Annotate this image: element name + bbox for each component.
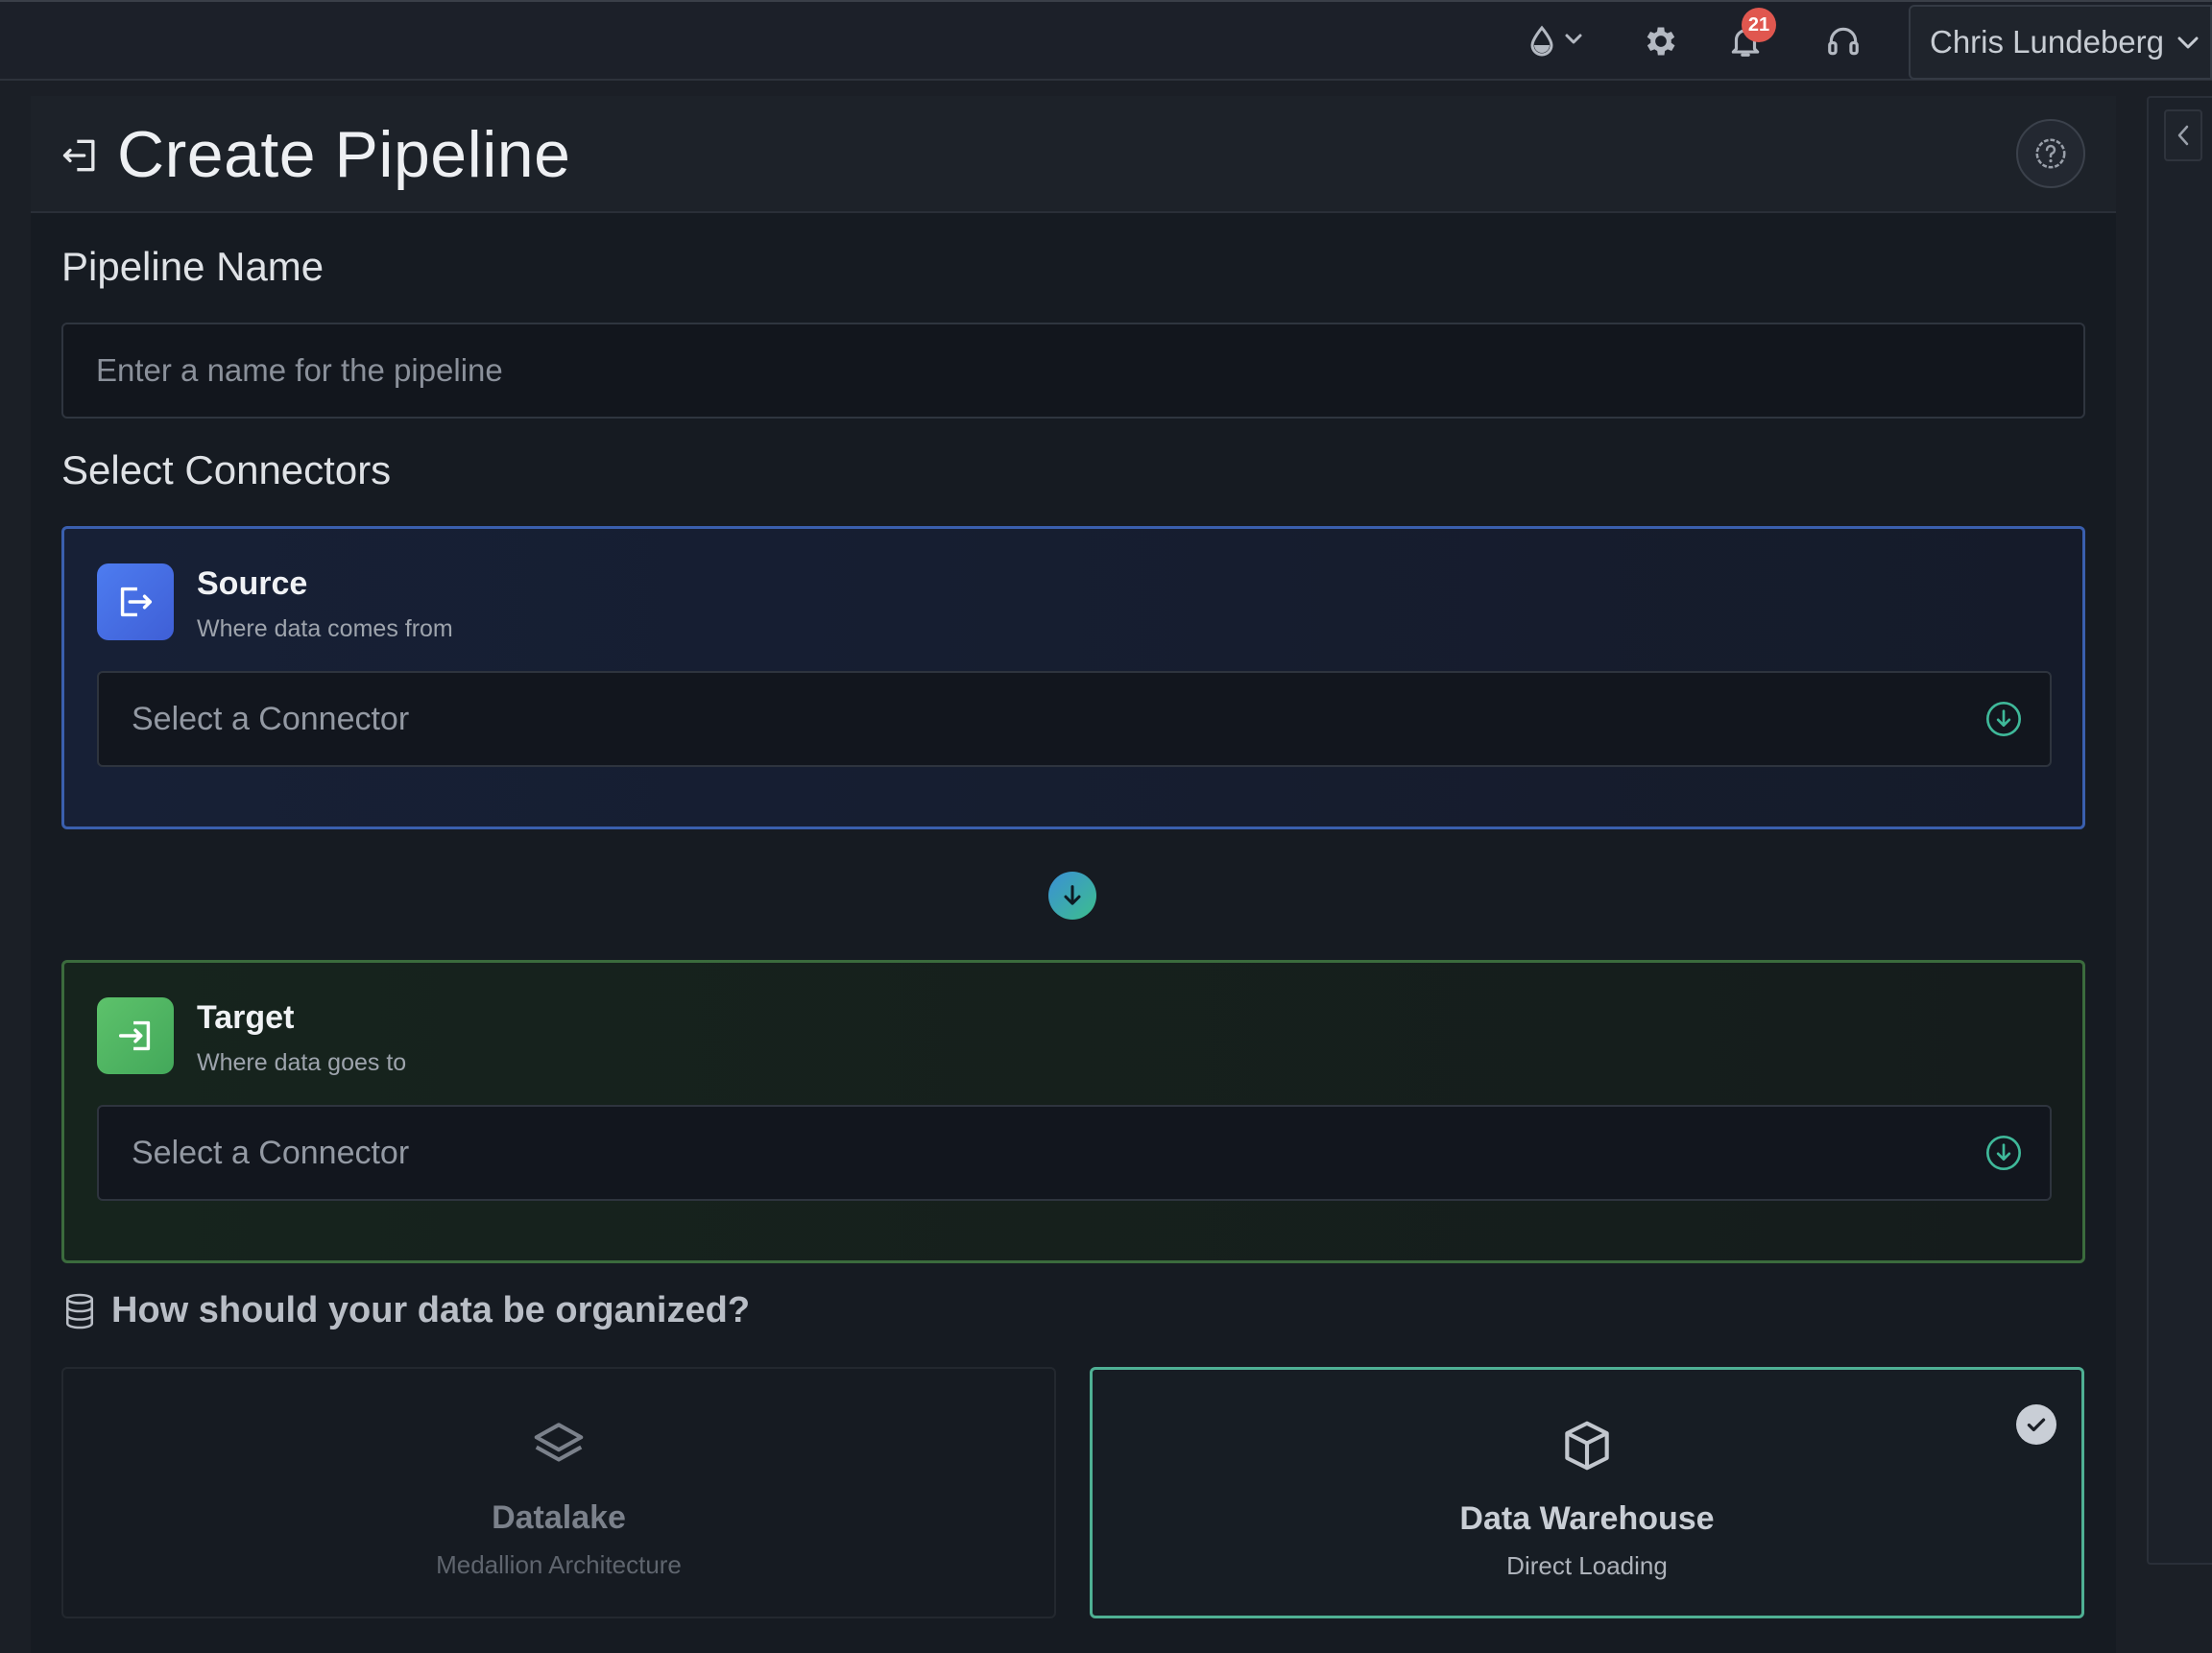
cube-icon bbox=[1565, 1421, 1609, 1471]
organization-heading: How should your data be organized? bbox=[63, 1290, 750, 1331]
chevron-down-icon bbox=[2177, 36, 2199, 49]
database-icon bbox=[65, 1293, 94, 1329]
panel-header: Create Pipeline bbox=[31, 96, 2116, 213]
source-card: Source Where data comes from Select a Co… bbox=[61, 526, 2085, 829]
circle-arrow-down-icon bbox=[1986, 702, 2021, 736]
headset-icon bbox=[1828, 27, 1859, 56]
organization-question: How should your data be organized? bbox=[111, 1290, 751, 1330]
collapsed-side-panel bbox=[2147, 96, 2212, 1565]
chevron-left-icon bbox=[2177, 125, 2189, 146]
source-select-placeholder: Select a Connector bbox=[132, 700, 410, 737]
source-title: Source bbox=[197, 565, 308, 602]
water-drop-icon bbox=[1530, 25, 1582, 57]
selected-check-icon bbox=[2016, 1404, 2056, 1445]
circle-arrow-down-icon bbox=[1986, 1136, 2021, 1170]
settings-button[interactable] bbox=[1632, 2, 1690, 81]
target-subtitle: Where data goes to bbox=[197, 1049, 407, 1076]
layers-icon bbox=[534, 1423, 584, 1462]
target-select-placeholder: Select a Connector bbox=[132, 1134, 410, 1171]
target-card: Target Where data goes to Select a Conne… bbox=[61, 960, 2085, 1263]
pipeline-name-input[interactable] bbox=[61, 323, 2085, 419]
source-icon bbox=[97, 563, 174, 640]
data-warehouse-title: Data Warehouse bbox=[1459, 1500, 1715, 1537]
target-icon bbox=[97, 997, 174, 1074]
gear-icon bbox=[1647, 27, 1675, 56]
support-button[interactable] bbox=[1815, 2, 1872, 81]
datalake-option[interactable]: Datalake Medallion Architecture bbox=[61, 1367, 1056, 1618]
pipeline-name-label: Pipeline Name bbox=[61, 244, 325, 289]
theme-toggle-button[interactable] bbox=[1519, 2, 1596, 81]
help-button[interactable] bbox=[2016, 119, 2085, 188]
help-icon bbox=[2035, 138, 2066, 169]
notification-count-badge: 21 bbox=[1742, 8, 1776, 42]
data-warehouse-option[interactable]: Data Warehouse Direct Loading bbox=[1090, 1367, 2084, 1618]
target-connector-select[interactable]: Select a Connector bbox=[97, 1105, 2052, 1201]
back-arrow-icon[interactable] bbox=[60, 134, 102, 177]
user-name: Chris Lundeberg bbox=[1930, 24, 2164, 60]
top-bar: 21 Chris Lundeberg bbox=[0, 0, 2212, 81]
select-connectors-label: Select Connectors bbox=[61, 447, 392, 492]
target-title: Target bbox=[197, 999, 295, 1036]
datalake-title: Datalake bbox=[492, 1499, 626, 1536]
source-subtitle: Where data comes from bbox=[197, 615, 453, 642]
page-title: Create Pipeline bbox=[117, 118, 571, 191]
expand-panel-button[interactable] bbox=[2164, 109, 2202, 161]
create-pipeline-panel: Create Pipeline Pipeline Name Select Con… bbox=[31, 96, 2116, 1653]
flow-arrow-icon bbox=[1048, 872, 1096, 920]
user-menu[interactable]: Chris Lundeberg bbox=[1909, 5, 2212, 80]
data-warehouse-subtitle: Direct Loading bbox=[1506, 1551, 1668, 1580]
datalake-subtitle: Medallion Architecture bbox=[436, 1550, 682, 1579]
source-connector-select[interactable]: Select a Connector bbox=[97, 671, 2052, 767]
